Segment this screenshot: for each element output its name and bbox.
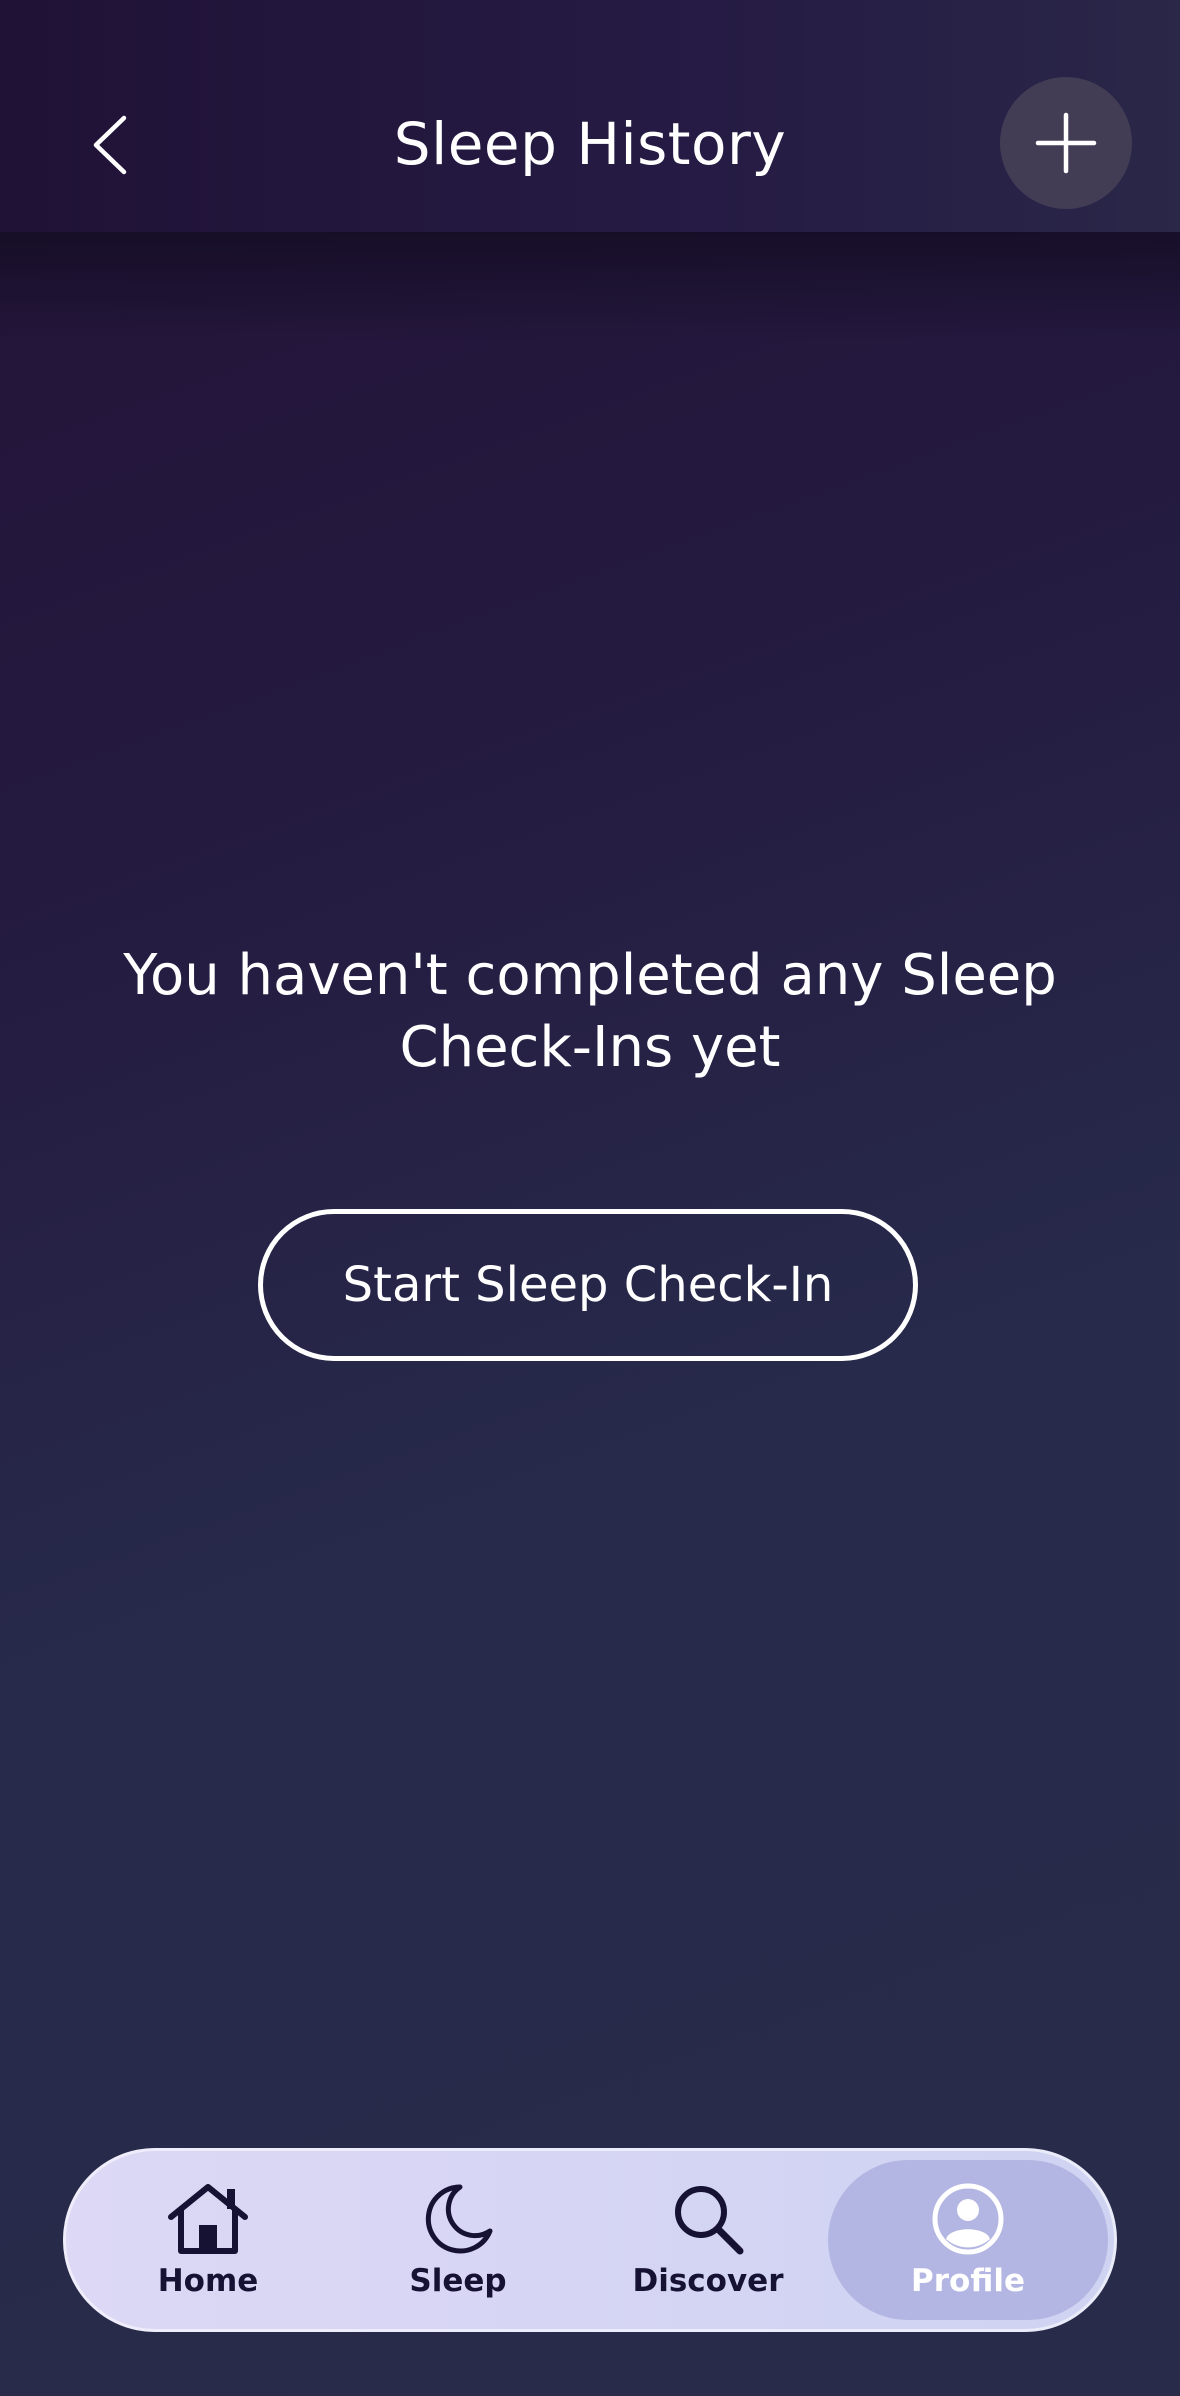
nav-item-discover[interactable]: Discover xyxy=(603,2148,813,2332)
home-icon xyxy=(168,2184,248,2254)
nav-item-sleep-label: Sleep xyxy=(409,2263,507,2299)
moon-icon xyxy=(425,2184,493,2254)
profile-icon xyxy=(932,2183,1004,2255)
nav-item-sleep[interactable]: Sleep xyxy=(353,2148,563,2332)
nav-item-home-label: Home xyxy=(157,2263,259,2299)
header-shadow xyxy=(0,232,1180,342)
nav-item-home[interactable]: Home xyxy=(103,2148,313,2332)
start-sleep-check-in-button[interactable]: Start Sleep Check-In xyxy=(258,1209,918,1361)
nav-item-discover-label: Discover xyxy=(632,2263,784,2299)
bottom-nav-bar: Home Sleep Discover Profile xyxy=(63,2148,1117,2332)
search-icon xyxy=(675,2186,744,2255)
nav-item-profile[interactable]: Profile xyxy=(828,2160,1108,2320)
empty-state-message: You haven't completed any Sleep Check-In… xyxy=(123,943,1057,1080)
add-button[interactable] xyxy=(1000,77,1132,209)
nav-item-profile-label: Profile xyxy=(911,2263,1025,2299)
plus-icon xyxy=(1035,112,1097,174)
